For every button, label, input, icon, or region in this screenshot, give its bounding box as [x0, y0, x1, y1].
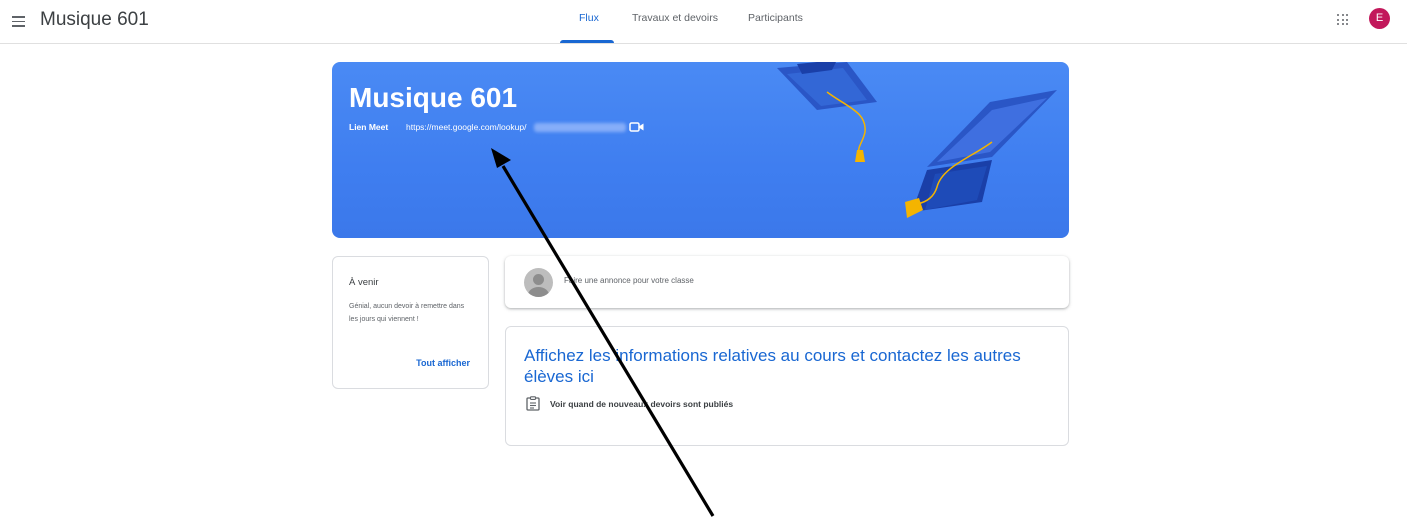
menu-icon[interactable] [10, 12, 28, 30]
apps-grid-icon[interactable] [1337, 14, 1349, 26]
meet-link[interactable]: https://meet.google.com/lookup/ [406, 122, 527, 132]
class-banner: Musique 601 Lien Meet https://meet.googl… [332, 62, 1069, 238]
meet-label: Lien Meet [349, 122, 389, 132]
upcoming-title: À venir [349, 277, 379, 288]
banner-class-title: Musique 601 [349, 82, 518, 113]
tab-travaux-et-devoirs[interactable]: Travaux et devoirs [632, 12, 718, 24]
announcement-placeholder[interactable]: Faire une annonce pour votre classe [564, 276, 694, 285]
announcement-composer[interactable]: Faire une annonce pour votre classe [505, 256, 1069, 308]
user-avatar [524, 268, 553, 297]
active-tab-indicator [560, 40, 614, 43]
info-heading: Affichez les informations relatives au c… [524, 346, 1021, 386]
clipboard-icon [526, 396, 540, 411]
account-avatar[interactable]: E [1369, 8, 1390, 29]
upcoming-message: Génial, aucun devoir à remettre dans les… [349, 303, 465, 323]
upcoming-card: À venir Génial, aucun devoir à remettre … [332, 256, 489, 389]
view-all-link[interactable]: Tout afficher [416, 358, 470, 368]
class-title[interactable]: Musique 601 [40, 9, 149, 31]
video-camera-icon[interactable] [629, 120, 645, 134]
redacted-meet-code [534, 123, 626, 132]
tab-flux[interactable]: Flux [579, 12, 599, 24]
graduation-cap-illustration [777, 62, 1057, 218]
top-app-bar: Musique 601 Flux Travaux et devoirs Part… [0, 0, 1407, 44]
tab-participants[interactable]: Participants [748, 12, 803, 24]
info-item-text: Voir quand de nouveaux devoirs sont publ… [550, 399, 734, 409]
stream-info-card: Affichez les informations relatives au c… [505, 326, 1069, 446]
